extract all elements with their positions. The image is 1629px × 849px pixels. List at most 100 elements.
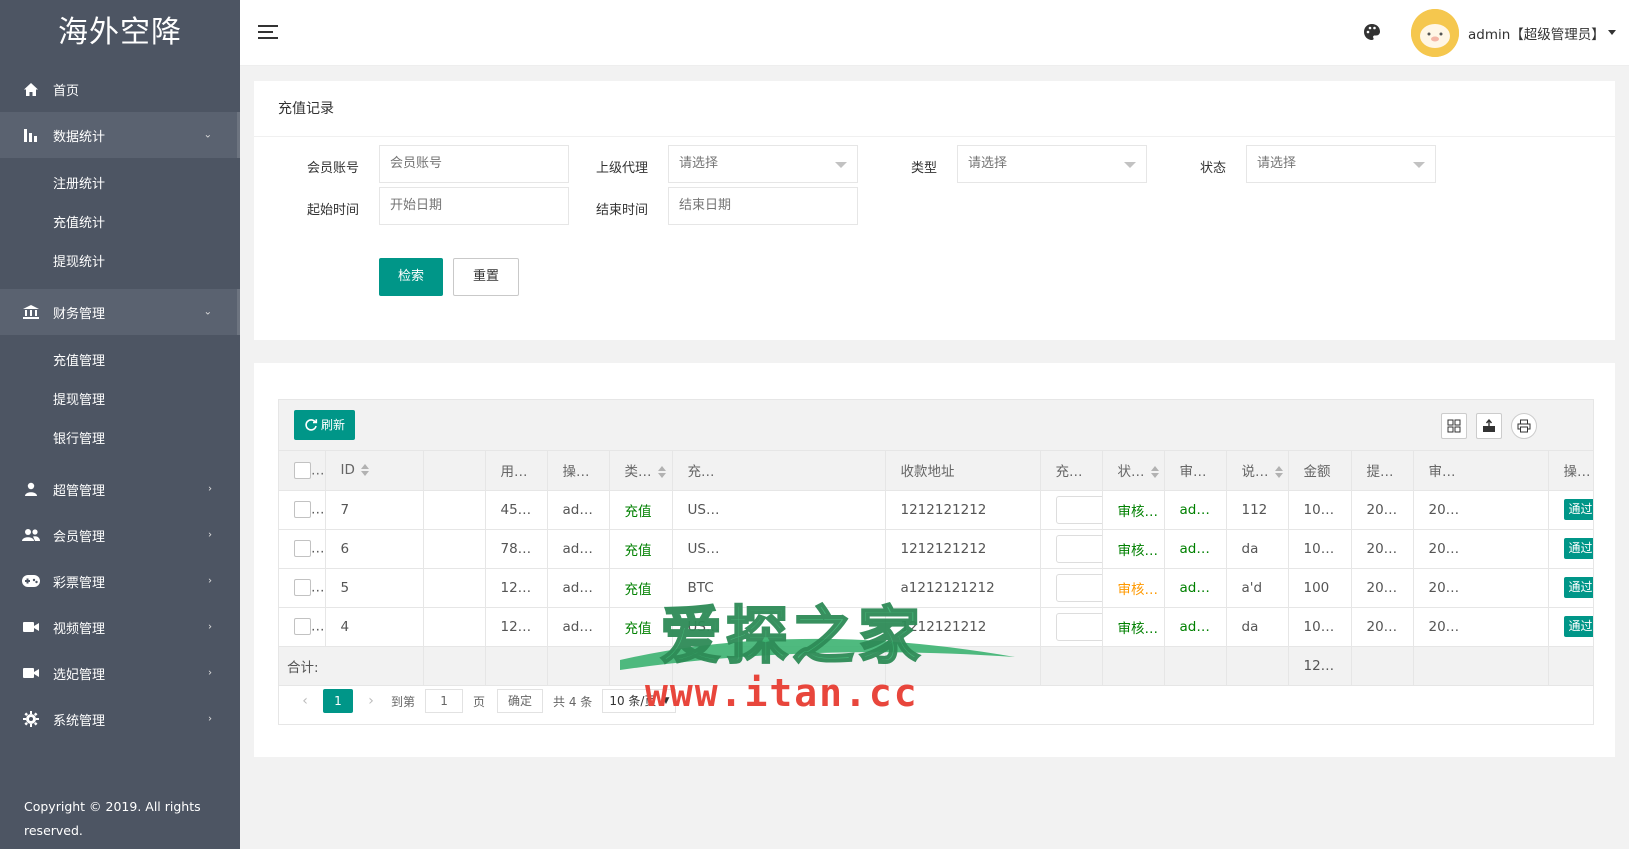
approve-button[interactable]: 通过 [1563, 538, 1593, 559]
sidebar-subitem-recharge-manage[interactable]: 充值管理 [0, 342, 240, 381]
submenu-finance: 充值管理 提现管理 银行管理 [0, 335, 240, 466]
sort-icon[interactable] [1150, 466, 1160, 479]
reset-button[interactable]: 重置 [453, 258, 519, 296]
menu-toggle-icon[interactable] [258, 25, 278, 41]
cell-note: da [1226, 607, 1289, 647]
confirm-page-button[interactable]: 确定 [497, 689, 544, 713]
col-header: 充值凭证 [1040, 451, 1103, 491]
users-icon [22, 526, 40, 544]
sidebar-item-label: 首页 [53, 83, 80, 99]
search-button[interactable]: 检索 [379, 258, 443, 296]
search-card: 充值记录 会员账号 会员账号 上级代理 请选择 类型 请选择 状态 请选择 起始… [254, 81, 1615, 340]
chevron-right-icon: › [208, 713, 212, 725]
cell-status: 审核通过 [1102, 490, 1165, 530]
sort-icon[interactable] [360, 464, 370, 477]
col-header[interactable]: 说… [1226, 451, 1289, 491]
approve-button[interactable]: 通过 [1563, 577, 1593, 598]
cell-spacer [423, 568, 486, 608]
goto-label: 到第 [391, 694, 416, 709]
row-checkbox[interactable] [294, 618, 311, 635]
col-header[interactable]: 状… [1102, 451, 1165, 491]
sort-icon[interactable] [1274, 466, 1284, 479]
approve-button[interactable]: 通过 [1563, 499, 1593, 520]
sort-icon[interactable] [657, 466, 667, 479]
copyright-text: Copyright © 2019. All rights reserved. [24, 799, 201, 838]
cell-time: 20… [1351, 490, 1414, 530]
sidebar-item-lottery[interactable]: 彩票管理 › [0, 558, 240, 604]
table-row: 745…ad…充值US…1212121212审核通过admin11210…20…… [279, 490, 1593, 530]
columns-icon[interactable] [1441, 413, 1467, 439]
user-menu[interactable]: admin【超级管理员】 [1468, 23, 1605, 43]
video-icon [22, 618, 40, 636]
cell-status: 审核通过 [1102, 529, 1165, 569]
print-icon[interactable] [1511, 413, 1537, 439]
cell-voucher [1040, 490, 1103, 530]
voucher-thumbnail[interactable] [1055, 534, 1101, 563]
current-page[interactable]: 1 [323, 689, 353, 713]
cell-id: 6 [325, 529, 424, 569]
sidebar-item-home[interactable]: 首页 [0, 66, 240, 112]
sidebar-subitem-register-stats[interactable]: 注册统计 [0, 165, 240, 204]
col-header[interactable]: 类… [609, 451, 673, 491]
cell-user: 45… [485, 490, 548, 530]
sidebar-subitem-recharge-stats[interactable]: 充值统计 [0, 204, 240, 243]
voucher-thumbnail[interactable] [1055, 612, 1101, 641]
sidebar-subitem-withdraw-stats[interactable]: 提现统计 [0, 243, 240, 282]
member-input[interactable]: 会员账号 [379, 145, 569, 183]
sidebar-item-members[interactable]: 会员管理 › [0, 512, 240, 558]
agent-label: 上级代理 [595, 161, 648, 176]
cell-user: 12… [485, 568, 548, 608]
table-card: 刷新 ID 用… 操… 类… 充… 收款地址 充值凭 状… 审… 说… 金额 提… [254, 363, 1615, 757]
cell-time: 20… [1351, 568, 1414, 608]
prev-page-icon[interactable]: ‹ [293, 689, 317, 713]
sidebar-item-label: 选妃管理 [53, 667, 106, 683]
voucher-thumbnail[interactable] [1055, 573, 1101, 602]
video-icon [22, 664, 40, 682]
start-date-input[interactable]: 开始日期 [379, 187, 569, 225]
sidebar-subitem-withdraw-manage[interactable]: 提现管理 [0, 381, 240, 420]
sidebar-item-admin[interactable]: 超管管理 › [0, 466, 240, 512]
table-row: 512…ad…充值BTCa1212121212审核拒绝admina'd10020… [279, 568, 1593, 608]
cell-audit-time: 20… [1413, 607, 1549, 647]
export-icon[interactable] [1476, 413, 1502, 439]
approve-button[interactable]: 通过 [1563, 616, 1593, 637]
sidebar-item-finance[interactable]: 财务管理 ⌄ [0, 289, 240, 335]
row-checkbox[interactable] [294, 540, 311, 557]
cell-coin: US… [672, 529, 886, 569]
refresh-button[interactable]: 刷新 [294, 410, 356, 440]
cell-actions: 通过拒绝 [1548, 568, 1593, 608]
page-size-select[interactable]: 10 条/页 ▼ [602, 689, 677, 713]
table-header-row: ID 用… 操… 类… 充… 收款地址 充值凭证 状… 审… 说… 金额 提… … [279, 451, 1593, 491]
sidebar-item-stats[interactable]: 数据统计 ⌄ [0, 112, 240, 158]
sidebar-subitem-bank-manage[interactable]: 银行管理 [0, 420, 240, 459]
status-select[interactable]: 请选择 [1246, 145, 1436, 183]
chevron-right-icon: › [208, 667, 212, 679]
row-checkbox[interactable] [294, 579, 311, 596]
cell-operator: ad… [547, 607, 610, 647]
cell-address: 1212121212 [885, 529, 1041, 569]
sidebar-item-concubine[interactable]: 选妃管理 › [0, 650, 240, 696]
select-all-checkbox[interactable] [294, 461, 311, 479]
col-header: 操… [547, 451, 610, 491]
chevron-right-icon: › [208, 575, 212, 587]
avatar[interactable] [1411, 9, 1459, 57]
caret-down-icon[interactable] [1608, 30, 1616, 35]
page-input[interactable]: 1 [425, 689, 464, 713]
agent-select[interactable]: 请选择 [668, 145, 858, 183]
sidebar-item-video[interactable]: 视频管理 › [0, 604, 240, 650]
type-select[interactable]: 请选择 [957, 145, 1147, 183]
user-icon [22, 480, 40, 498]
cell-amount: 1000 [1288, 529, 1352, 569]
row-checkbox[interactable] [294, 501, 311, 518]
col-header[interactable]: ID [325, 451, 424, 491]
voucher-thumbnail[interactable] [1055, 495, 1101, 524]
cell-status: 审核通过 [1102, 607, 1165, 647]
palette-icon[interactable] [1363, 23, 1383, 43]
select-all-cell [279, 451, 326, 491]
sidebar-item-system[interactable]: 系统管理 › [0, 696, 240, 742]
cell-actions: 通过拒绝 [1548, 529, 1593, 569]
chevron-down-icon: ⌄ [203, 306, 212, 318]
end-date-input[interactable]: 结束日期 [668, 187, 858, 225]
next-page-icon[interactable]: › [359, 689, 383, 713]
page-unit: 页 [473, 694, 486, 709]
